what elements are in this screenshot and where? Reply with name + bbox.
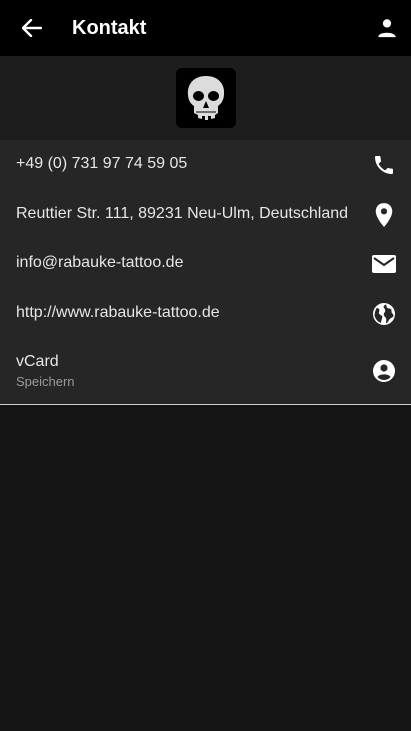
website-url: http://www.rabauke-tattoo.de bbox=[16, 304, 220, 321]
app-bar: Kontakt bbox=[0, 0, 411, 56]
vcard-sublabel: Speichern bbox=[16, 374, 75, 389]
person-icon bbox=[378, 19, 396, 38]
email-address: info@rabauke-tattoo.de bbox=[16, 254, 184, 271]
address-row[interactable]: Reuttier Str. 111, 89231 Neu-Ulm, Deutsc… bbox=[0, 190, 411, 240]
page-title: Kontakt bbox=[72, 17, 147, 39]
map-pin-icon bbox=[371, 202, 397, 228]
mail-icon bbox=[371, 251, 397, 277]
globe-icon bbox=[371, 301, 397, 327]
contact-list: +49 (0) 731 97 74 59 05 Reuttier Str. 11… bbox=[0, 140, 411, 405]
phone-icon bbox=[371, 152, 397, 178]
skull-logo bbox=[176, 68, 236, 128]
phone-row[interactable]: +49 (0) 731 97 74 59 05 bbox=[0, 140, 411, 190]
address-text: Reuttier Str. 111, 89231 Neu-Ulm, Deutsc… bbox=[16, 205, 349, 222]
phone-number: +49 (0) 731 97 74 59 05 bbox=[16, 155, 188, 172]
back-button[interactable] bbox=[16, 14, 48, 42]
arrow-left-icon bbox=[22, 19, 42, 37]
profile-button[interactable] bbox=[373, 14, 401, 42]
email-row[interactable]: info@rabauke-tattoo.de bbox=[0, 239, 411, 289]
vcard-row[interactable]: vCard Speichern bbox=[0, 339, 411, 404]
logo-band bbox=[0, 56, 411, 140]
vcard-label: vCard bbox=[16, 353, 59, 370]
account-circle-icon bbox=[371, 358, 397, 384]
website-row[interactable]: http://www.rabauke-tattoo.de bbox=[0, 289, 411, 339]
